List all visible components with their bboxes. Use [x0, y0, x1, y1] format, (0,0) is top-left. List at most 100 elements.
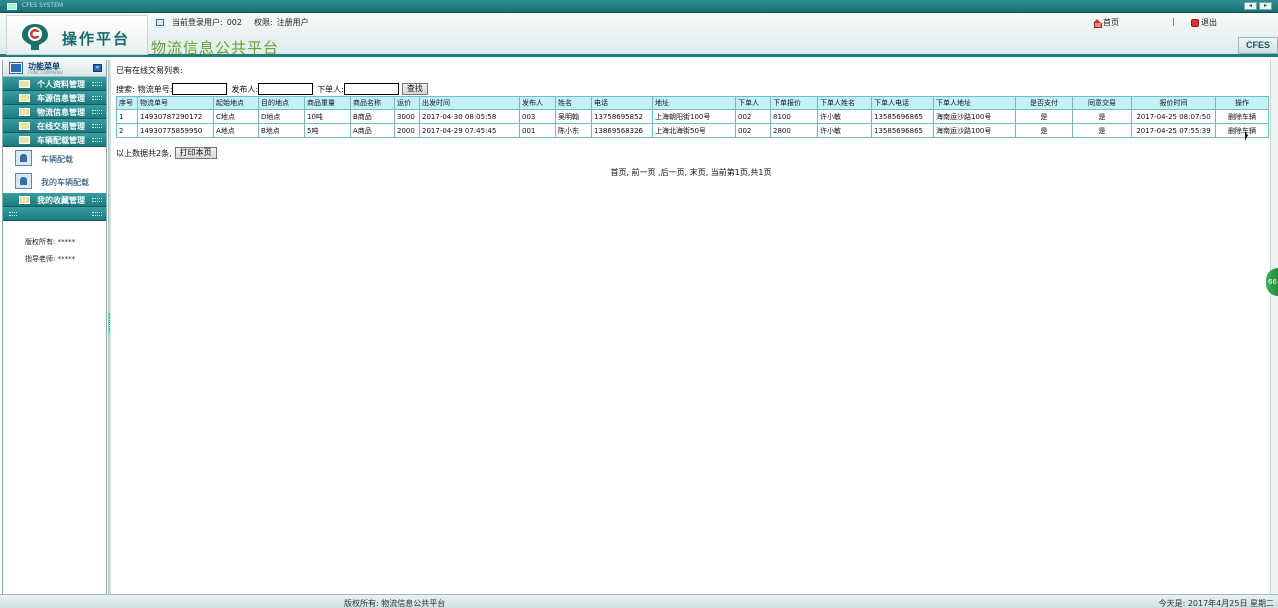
table-cell: 002 — [735, 109, 771, 124]
window-titlebar: CFES SYSTEM ◂ ▸ — [0, 0, 1278, 13]
column-header: 同意交易 — [1072, 96, 1132, 110]
splitter-grip[interactable] — [109, 313, 111, 333]
table-cell: 10吨 — [304, 109, 351, 124]
column-header: 序号 — [116, 96, 138, 110]
sidebar-header: 功能菜单 FUNCTIONMENU « — [3, 60, 106, 77]
sidebar-subitem-vehicle-loading[interactable]: 车辆配载 — [3, 147, 106, 170]
window-title: CFES SYSTEM — [22, 2, 64, 9]
table-cell: B地点 — [258, 123, 305, 138]
delete-vehicle-link[interactable]: 删除车辆 — [1215, 123, 1269, 138]
user-icon — [15, 150, 32, 166]
sidebar-item-favorites[interactable]: 我的收藏管理 — [3, 193, 106, 207]
table-row: 1 1493078729017​2 C地点 D地点 10吨 B商品 3000 2… — [116, 109, 1269, 124]
column-header: 姓名 — [555, 96, 592, 110]
sidebar-item-label: 我的收藏管理 — [37, 196, 85, 205]
table-cell: C地点 — [213, 109, 259, 124]
sidebar-item-vehicle-loading[interactable]: 车辆配载管理 — [3, 133, 106, 147]
menu-icon — [9, 62, 23, 74]
summary-bar: 以上数据共2条, 打印本页 — [116, 147, 217, 159]
folder-icon — [19, 196, 30, 204]
publisher-input[interactable] — [258, 83, 314, 95]
column-header: 下单报价 — [770, 96, 818, 110]
page-header: 操作平台 当前登录用户: 002 权限: 注册用户 物流信息公共平台 首页 | 退出… — [0, 13, 1278, 57]
table-cell: 1 — [116, 109, 138, 124]
sidebar: 功能菜单 FUNCTIONMENU « 个人资料管理 车源信息管理 物流信息管理… — [2, 60, 107, 594]
home-icon — [1093, 18, 1102, 28]
platform-title: 物流信息公共平台 — [151, 39, 280, 57]
table-cell: 海南运沙路100号 — [933, 123, 1016, 138]
print-button[interactable]: 打印本页 — [174, 147, 217, 159]
header-separator: | — [1172, 17, 1175, 26]
sidebar-splitter[interactable] — [108, 60, 111, 594]
dots-decoration — [92, 96, 102, 100]
column-header: 出发时间 — [419, 96, 520, 110]
sidebar-item-online-trade[interactable]: 在线交易管理 — [3, 119, 106, 133]
dots-decoration — [92, 124, 102, 128]
prev-icon[interactable]: ◂ — [1244, 2, 1257, 10]
vertical-scrollbar[interactable] — [1270, 60, 1278, 594]
dots-decoration — [92, 138, 102, 142]
sidebar-item-label: 物流信息管理 — [37, 108, 85, 117]
table-cell: 海南运沙路100号 — [933, 109, 1016, 124]
table-cell: 001 — [519, 123, 556, 138]
dots-decoration — [92, 212, 102, 216]
delete-vehicle-link[interactable]: 删除车辆 — [1215, 109, 1269, 124]
pagination[interactable]: 首页, 前一页 ,后一页, 末页, 当前第1页,共1页 — [113, 167, 1269, 178]
table-cell: 2 — [116, 123, 138, 138]
logo: 操作平台 — [6, 15, 148, 55]
folder-icon — [19, 80, 30, 88]
footer-copyright: 版权所有: 物流信息公共平台 — [344, 599, 446, 608]
exit-link[interactable]: 退出 — [1191, 17, 1217, 28]
table-cell: 13758695852 — [591, 109, 653, 124]
brand-badge: CFES — [1238, 37, 1278, 54]
table-cell: 13585696865 — [871, 123, 934, 138]
folder-icon — [19, 122, 30, 130]
sidebar-item-logistics[interactable]: 物流信息管理 — [3, 105, 106, 119]
current-user-label: 当前登录用户: 002 — [172, 18, 242, 27]
logo-icon — [22, 24, 48, 50]
sidebar-subitem-label: 我的车辆配载 — [41, 178, 89, 187]
orderer-input[interactable] — [343, 83, 399, 95]
table-cell: 002 — [735, 123, 771, 138]
home-label: 首页 — [1103, 18, 1119, 27]
table-cell: 2017-04-25 07:55:39 — [1131, 123, 1216, 138]
column-header: 下单人姓名 — [817, 96, 872, 110]
sidebar-item-vehicle-source[interactable]: 车源信息管理 — [3, 91, 106, 105]
column-header: 下单人地址 — [933, 96, 1016, 110]
search-label: 搜索: — [116, 84, 135, 94]
home-link[interactable]: 首页 — [1093, 17, 1119, 28]
table-cell: 是 — [1072, 109, 1132, 124]
table-header-row: 序号 物流单号 起始地点 目的地点 商品重量 商品名称 运价 出发时间 发布人 … — [116, 96, 1269, 110]
exit-icon — [1191, 18, 1199, 27]
collapse-icon[interactable]: « — [93, 64, 102, 72]
column-header: 物流单号 — [137, 96, 214, 110]
app-icon — [7, 3, 17, 10]
user-icon — [15, 173, 32, 189]
next-icon[interactable]: ▸ — [1259, 2, 1272, 10]
table-cell: 3000 — [394, 109, 420, 124]
sidebar-subitem-my-vehicle-loading[interactable]: 我的车辆配载 — [3, 170, 106, 193]
column-header: 起始地点 — [213, 96, 259, 110]
dots-decoration — [92, 110, 102, 114]
permission-label: 权限: 注册用户 — [253, 18, 309, 27]
table-cell: 2017-04-29 07:45:45 — [419, 123, 520, 138]
sidebar-item-profile[interactable]: 个人资料管理 — [3, 77, 106, 91]
search-button[interactable]: 查找 — [401, 83, 428, 95]
dots-decoration — [92, 198, 102, 202]
logo-text: 操作平台 — [62, 30, 131, 48]
column-header: 运价 — [394, 96, 420, 110]
table-cell: 2800 — [770, 123, 818, 138]
table-cell: 1493078729017​2 — [137, 109, 214, 124]
table-cell: A地点 — [213, 123, 259, 138]
user-window-icon — [156, 19, 164, 26]
table-cell: 8100 — [770, 109, 818, 124]
table-cell: 是 — [1072, 123, 1132, 138]
sidebar-footer: 版权所有: ***** 指导老师: ***** — [3, 221, 106, 268]
mouse-cursor-icon — [1245, 132, 1248, 141]
table-cell: 13585696865 — [871, 109, 934, 124]
status-bar: 版权所有: 物流信息公共平台 今天是: 2017年4月25日 星期二 — [0, 594, 1278, 608]
publisher-label: 发布人: — [231, 84, 259, 94]
tracking-number-input[interactable] — [172, 83, 228, 95]
table-cell: 吴明翰 — [555, 109, 592, 124]
column-header: 发布人 — [519, 96, 556, 110]
